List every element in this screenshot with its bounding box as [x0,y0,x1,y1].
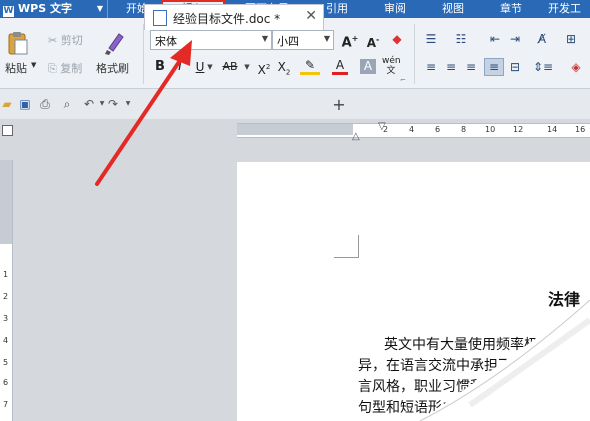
annotation-arrow-icon [95,40,192,186]
